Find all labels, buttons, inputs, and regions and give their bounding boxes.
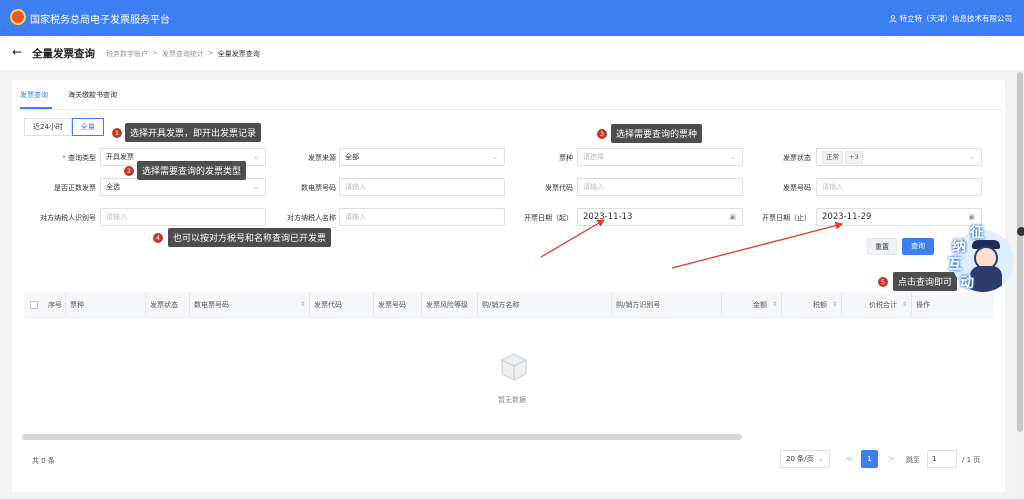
mascot-char: 征 xyxy=(970,225,984,241)
arrow-to-start-date xyxy=(540,219,606,258)
mascot-char: 动 xyxy=(960,275,974,291)
mascot-char: 纳 xyxy=(952,239,966,255)
mascot-char: 互 xyxy=(948,257,962,273)
vertical-scroll-thumb[interactable] xyxy=(1017,72,1023,432)
arrow-to-end-date xyxy=(671,221,844,269)
annotation-arrows xyxy=(540,219,844,269)
collapse-handle-icon[interactable] xyxy=(1017,227,1024,236)
